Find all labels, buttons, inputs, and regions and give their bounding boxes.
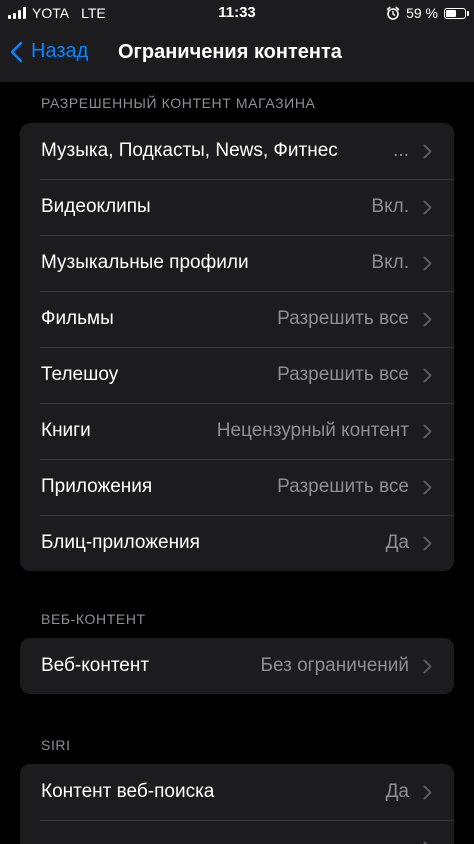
row-music-podcasts[interactable]: Музыка, Подкасты, News, Фитнес ...	[20, 123, 454, 179]
row-label: Музыкальные профили	[41, 252, 249, 273]
row-label: Контент веб-поиска	[41, 781, 215, 802]
battery-icon	[444, 7, 469, 19]
screen: YOTA LTE 11:33 59 % Назад Ограничения ко…	[0, 0, 474, 844]
chevron-right-icon	[423, 480, 432, 495]
chevron-right-icon	[423, 424, 432, 439]
row-web-search-content[interactable]: Контент веб-поиска Да	[20, 764, 454, 820]
row-tv-shows[interactable]: Телешоу Разрешить все	[20, 347, 454, 403]
back-label: Назад	[31, 40, 89, 62]
row-value: Вкл.	[371, 196, 409, 217]
row-books[interactable]: Книги Нецензурный контент	[20, 403, 454, 459]
chevron-left-icon	[10, 41, 23, 62]
back-button[interactable]: Назад	[10, 40, 88, 63]
status-bar: YOTA LTE 11:33 59 %	[0, 0, 474, 26]
chevron-right-icon	[423, 144, 432, 159]
chevron-right-icon	[423, 659, 432, 674]
row-label: Блиц-приложения	[41, 532, 200, 553]
section-header-web-content: ВЕБ-КОНТЕНТ	[41, 611, 146, 627]
chevron-right-icon	[423, 312, 432, 327]
status-right: 59 %	[386, 5, 469, 21]
row-value: Разрешить все	[277, 308, 409, 329]
row-label: Музыка, Подкасты, News, Фитнес	[41, 140, 338, 161]
web-content-group: Веб-контент Без ограничений	[20, 638, 454, 694]
row-value: Разрешить все	[277, 364, 409, 385]
row-value: Разрешить все	[277, 476, 409, 497]
row-label: Фильмы	[41, 308, 114, 329]
row-value: Нецензурный контент	[216, 420, 409, 441]
page-title: Ограничения контента	[118, 41, 342, 63]
navigation-bar: Назад Ограничения контента	[0, 26, 474, 82]
row-value: Вкл.	[371, 252, 409, 273]
row-value: Без ограничений	[260, 655, 409, 676]
row-value: ...	[393, 140, 409, 161]
row-label: Видеоклипы	[41, 196, 151, 217]
row-siri-partially-visible[interactable]	[20, 820, 454, 844]
row-label: Приложения	[41, 476, 153, 497]
chevron-right-icon	[423, 785, 432, 800]
section-header-store-content: РАЗРЕШЕННЫЙ КОНТЕНТ МАГАЗИНА	[41, 95, 316, 111]
row-music-videos[interactable]: Видеоклипы Вкл.	[20, 179, 454, 235]
row-label: Телешоу	[41, 364, 119, 385]
row-movies[interactable]: Фильмы Разрешить все	[20, 291, 454, 347]
store-content-group: Музыка, Подкасты, News, Фитнес ... Видео…	[20, 123, 454, 571]
row-value: Да	[385, 532, 409, 553]
siri-group: Контент веб-поиска Да	[20, 764, 454, 844]
row-label: Веб-контент	[41, 655, 150, 676]
chevron-right-icon	[423, 200, 432, 215]
chevron-right-icon	[423, 536, 432, 551]
chevron-right-icon	[423, 368, 432, 383]
row-apps[interactable]: Приложения Разрешить все	[20, 459, 454, 515]
row-music-profiles[interactable]: Музыкальные профили Вкл.	[20, 235, 454, 291]
alarm-icon	[386, 6, 400, 20]
battery-percent: 59 %	[406, 5, 438, 21]
row-label: Книги	[41, 420, 91, 441]
section-header-siri: SIRI	[41, 737, 71, 753]
row-app-clips[interactable]: Блиц-приложения Да	[20, 515, 454, 571]
row-value: Да	[385, 781, 409, 802]
row-web-content[interactable]: Веб-контент Без ограничений	[20, 638, 454, 694]
chevron-right-icon	[423, 256, 432, 271]
